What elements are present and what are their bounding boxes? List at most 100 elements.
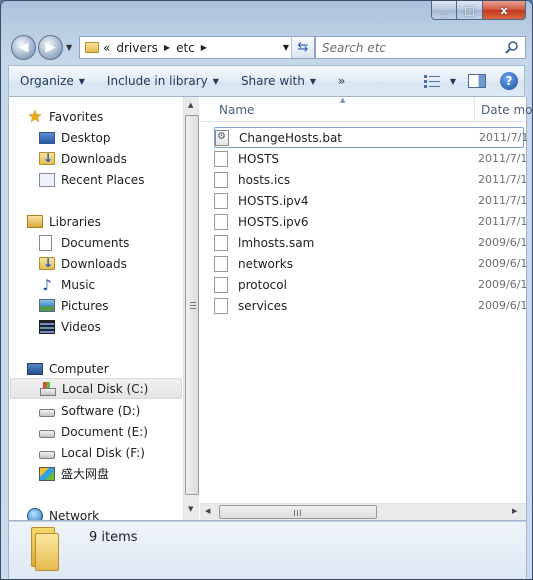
- breadcrumb-separator-icon[interactable]: ▶: [164, 43, 170, 52]
- file-icon: [214, 171, 228, 188]
- nav-library-documents[interactable]: Documents: [39, 232, 129, 253]
- file-name: HOSTS.ipv6: [238, 214, 309, 229]
- forward-button[interactable]: ▶: [38, 35, 63, 60]
- file-date: 2009/6/1: [478, 257, 526, 270]
- nav-cloud-drive[interactable]: 盛大网盘: [39, 463, 109, 484]
- file-row-services[interactable]: services 2009/6/1: [214, 295, 526, 316]
- file-icon: [214, 297, 228, 314]
- folder-icon: [85, 42, 99, 53]
- grip-line: [294, 510, 295, 516]
- include-in-library-menu[interactable]: Include in library ▼: [96, 66, 230, 96]
- nav-library-downloads-label: Downloads: [61, 256, 127, 271]
- address-bar[interactable]: « drivers ▶ etc ▶ ▼ ⇆: [79, 36, 315, 59]
- nav-library-videos[interactable]: Videos: [39, 316, 101, 337]
- file-date: 2011/7/1: [478, 152, 526, 165]
- explorer-window: _ □ x ◀ ▶ ▼ « drivers ▶ etc ▶ ▼ ⇆ Search…: [0, 0, 533, 580]
- nav-libraries-label: Libraries: [49, 214, 101, 229]
- nav-library-documents-label: Documents: [61, 235, 130, 250]
- nav-drive-c-label: Local Disk (C:): [62, 381, 149, 396]
- nav-library-pictures[interactable]: Pictures: [39, 295, 109, 316]
- nav-library-music[interactable]: ♪ Music: [39, 274, 95, 295]
- nav-drive-c[interactable]: Local Disk (C:): [10, 378, 182, 399]
- file-row-networks[interactable]: networks 2009/6/1: [214, 253, 526, 274]
- item-count: 9 items: [89, 530, 138, 545]
- file-row-hosts-ics[interactable]: hosts.ics 2011/7/1: [214, 169, 526, 190]
- nav-favorites-label: Favorites: [49, 109, 104, 124]
- navigation-bar: ◀ ▶ ▼ « drivers ▶ etc ▶ ▼ ⇆ Search etc: [11, 34, 526, 60]
- share-with-menu[interactable]: Share with ▼: [230, 66, 327, 96]
- nav-computer[interactable]: Computer: [27, 358, 109, 379]
- nav-drive-e[interactable]: Document (E:): [39, 421, 148, 442]
- help-icon[interactable]: ?: [500, 72, 518, 90]
- refresh-button[interactable]: ⇆: [291, 37, 314, 58]
- file-row-protocol[interactable]: protocol 2009/6/1: [214, 274, 526, 295]
- recent-pages-chevron-icon[interactable]: ▼: [66, 43, 72, 52]
- refresh-icon: ⇆: [297, 40, 309, 55]
- search-input[interactable]: Search etc: [322, 41, 386, 55]
- file-date: 2011/7/1: [478, 215, 526, 228]
- address-dropdown-icon[interactable]: ▼: [283, 43, 289, 52]
- nav-drive-d[interactable]: Software (D:): [39, 400, 140, 421]
- horizontal-scroll-thumb[interactable]: [219, 505, 377, 519]
- scroll-down-icon[interactable]: ▼: [188, 505, 193, 513]
- file-name: HOSTS: [238, 151, 280, 166]
- file-list-horizontal-scrollbar[interactable]: ◀ ▶: [200, 503, 526, 520]
- file-row-changehosts[interactable]: ChangeHosts.bat 2011/7/1: [214, 127, 527, 148]
- nav-drive-f[interactable]: Local Disk (F:): [39, 442, 145, 463]
- file-icon: [214, 192, 228, 209]
- file-date: 2009/6/1: [478, 278, 526, 291]
- file-icon: [214, 234, 228, 251]
- videos-icon: [39, 319, 55, 334]
- breadcrumb-separator-icon[interactable]: ▶: [201, 43, 207, 52]
- file-date: 2009/6/1: [478, 236, 526, 249]
- breadcrumb-drivers[interactable]: drivers: [116, 41, 158, 55]
- nav-favorites[interactable]: ★ Favorites: [27, 106, 103, 127]
- nav-library-downloads[interactable]: Downloads: [39, 253, 127, 274]
- more-commands-button[interactable]: »: [327, 66, 356, 96]
- grip-line: [297, 510, 298, 516]
- change-view-icon[interactable]: [423, 74, 440, 88]
- caption-buttons: _ □ x: [431, 1, 526, 21]
- nav-scroll-thumb[interactable]: [185, 115, 199, 495]
- column-date-modified[interactable]: Date mod: [475, 97, 532, 122]
- file-row-hosts-ipv6[interactable]: HOSTS.ipv6 2011/7/1: [214, 211, 526, 232]
- file-name: HOSTS.ipv4: [238, 193, 309, 208]
- minimize-button[interactable]: _: [431, 1, 457, 20]
- scroll-right-icon[interactable]: ▶: [512, 507, 517, 515]
- column-name[interactable]: Name: [200, 97, 475, 122]
- nav-library-music-label: Music: [61, 277, 96, 292]
- libraries-icon: [27, 215, 43, 228]
- file-date: 2011/7/1: [478, 194, 526, 207]
- back-button[interactable]: ◀: [11, 35, 36, 60]
- scroll-up-icon[interactable]: ▲: [188, 101, 193, 109]
- nav-downloads[interactable]: Downloads: [39, 148, 127, 169]
- minimize-icon: _: [441, 3, 447, 17]
- maximize-button[interactable]: □: [457, 1, 483, 20]
- close-icon: x: [500, 3, 508, 17]
- downloads-folder-icon: [39, 256, 55, 270]
- hard-drive-icon: [39, 451, 55, 459]
- toolbar-right: ▼ ?: [423, 66, 524, 96]
- nav-desktop[interactable]: Desktop: [39, 127, 111, 148]
- nav-libraries[interactable]: Libraries: [27, 211, 101, 232]
- file-name: protocol: [238, 277, 287, 292]
- organize-menu[interactable]: Organize ▼: [9, 66, 96, 96]
- scroll-left-icon[interactable]: ◀: [205, 507, 210, 515]
- close-button[interactable]: x: [483, 1, 526, 20]
- file-row-hosts[interactable]: HOSTS 2011/7/1: [214, 148, 526, 169]
- nav-library-videos-label: Videos: [61, 319, 101, 334]
- breadcrumb-etc[interactable]: etc: [176, 41, 195, 55]
- nav-recent-places[interactable]: Recent Places: [39, 169, 144, 190]
- nav-drive-d-label: Software (D:): [61, 403, 141, 418]
- preview-pane-icon[interactable]: [468, 74, 486, 88]
- file-row-lmhosts[interactable]: lmhosts.sam 2009/6/1: [214, 232, 526, 253]
- address-overflow[interactable]: «: [103, 41, 110, 55]
- nav-network[interactable]: Network: [27, 505, 99, 520]
- file-name: hosts.ics: [238, 172, 291, 187]
- nav-pane-scrollbar[interactable]: ▲ ▼: [183, 97, 199, 520]
- system-drive-icon: [40, 381, 56, 396]
- search-box[interactable]: Search etc: [315, 36, 526, 59]
- search-icon[interactable]: [504, 40, 520, 56]
- file-row-hosts-ipv4[interactable]: HOSTS.ipv4 2011/7/1: [214, 190, 526, 211]
- view-chevron-down-icon[interactable]: ▼: [450, 77, 456, 86]
